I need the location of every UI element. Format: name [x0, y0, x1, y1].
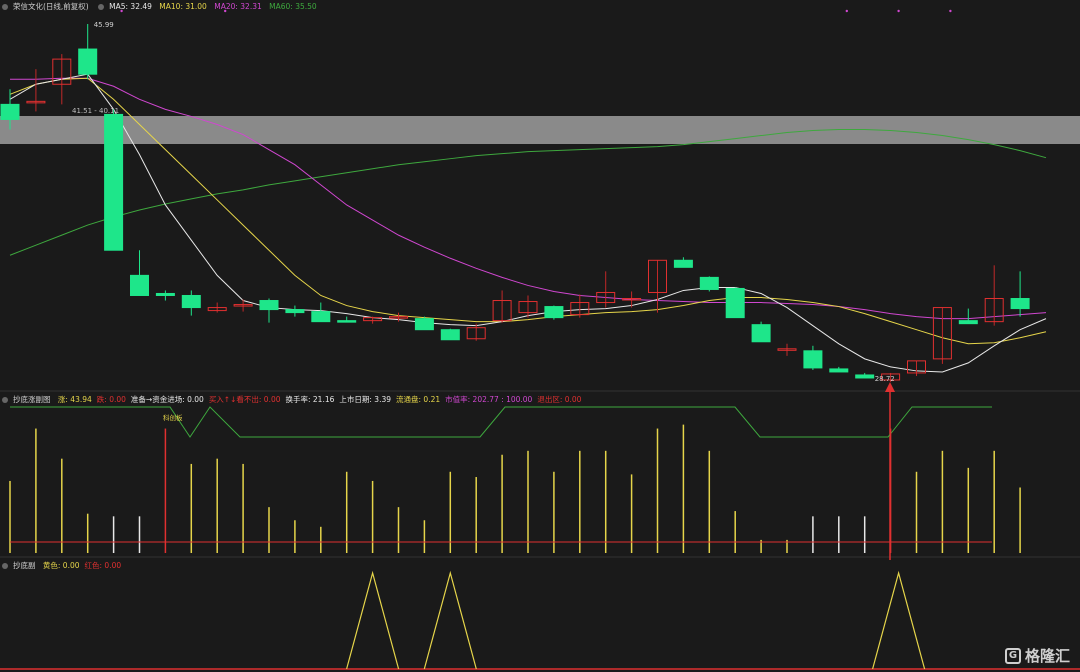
panel2-item-0: 涨: 43.94 — [57, 395, 92, 404]
top-marker — [845, 9, 848, 13]
panel3-peak — [346, 570, 400, 670]
watermark-text: 格隆汇 — [1024, 647, 1070, 665]
top-marker — [949, 9, 952, 13]
panel2-dot-icon[interactable] — [2, 397, 8, 403]
panel2-status-line — [10, 406, 992, 438]
panel3-peak — [423, 570, 477, 670]
candle-body — [958, 320, 978, 325]
resistance-zone — [0, 116, 1080, 144]
ma60-line — [9, 129, 1047, 256]
panel2-title: 抄底涨副图 — [13, 395, 51, 404]
candle-body — [0, 103, 20, 120]
candle-body — [699, 276, 719, 290]
candle-body — [337, 320, 357, 323]
candle-body — [673, 259, 693, 268]
high-label: 45.99 — [94, 21, 114, 29]
candle-body — [1010, 298, 1030, 310]
candle-body — [181, 294, 201, 309]
watermark-logo: G 格隆汇 — [1004, 645, 1070, 666]
main-header: 荣信文化(日线,前复权) MA5: 32.49 MA10: 31.00 MA20… — [0, 0, 322, 13]
logo-icon: G — [1004, 647, 1021, 664]
panel2-item-5: 上市日期: 3.39 — [339, 395, 392, 404]
board-label: 科创板 — [163, 413, 183, 422]
panel2-header: 抄底涨副图 涨: 43.94 跌: 0.00 准备→资金进场: 0.00 买入↑↓看不… — [0, 393, 591, 406]
panel2-item-1: 跌: 0.00 — [96, 395, 126, 404]
chart-canvas: 41.51 - 40.11 45.99 28.72 科创板 — [0, 9, 1080, 670]
candle-body — [259, 300, 279, 311]
candle-body — [440, 329, 460, 341]
panel3-header: 抄底副 黄色: 0.00 红色: 0.00 — [0, 559, 131, 572]
panel2-item-6: 流通盘: 0.21 — [396, 395, 441, 404]
candle-body — [725, 287, 745, 319]
panel2-item-3: 买入↑↓看不出: 0.00 — [208, 395, 281, 404]
candle-body — [855, 374, 875, 379]
candle-body — [104, 113, 124, 251]
ma5-label: MA5: 32.49 — [109, 2, 152, 11]
panel2-item-7: 市值率: 202.77 : 100.00 — [445, 395, 533, 404]
candle-body — [829, 368, 849, 373]
ma10-label: MA10: 31.00 — [159, 2, 207, 11]
zone-label: 41.51 - 40.11 — [72, 107, 119, 115]
ma20-line — [10, 77, 1047, 320]
panel3-peak — [872, 570, 926, 670]
candle-body — [414, 318, 434, 331]
panel2-item-4: 换手率: 21.16 — [285, 395, 335, 404]
signal-arrow-head — [885, 382, 895, 392]
candle-body — [130, 274, 149, 296]
ma20-label: MA20: 32.31 — [214, 2, 262, 11]
candle-body — [544, 306, 564, 319]
candle-body — [751, 324, 771, 343]
candle-body — [311, 311, 331, 323]
candle-body — [78, 48, 98, 75]
candle-body — [155, 292, 175, 296]
indicator-dot-icon[interactable] — [98, 4, 105, 10]
panel3-item-0: 黄色: 0.00 — [42, 561, 80, 570]
ma60-label: MA60: 35.50 — [269, 2, 317, 11]
panel3-dot-icon[interactable] — [2, 563, 8, 569]
stock-title: 荣信文化(日线,前复权) — [13, 2, 89, 11]
panel2-item-8: 退出区: 0.00 — [537, 395, 582, 404]
panel2-item-2: 准备→资金进场: 0.00 — [130, 395, 204, 404]
panel3-title: 抄底副 — [13, 561, 36, 570]
top-marker — [897, 9, 900, 13]
candle-body — [803, 350, 823, 369]
candle-body — [285, 309, 305, 314]
settings-dot-icon[interactable] — [2, 4, 8, 10]
panel3-item-1: 红色: 0.00 — [84, 561, 122, 570]
low-label: 28.72 — [875, 375, 895, 383]
